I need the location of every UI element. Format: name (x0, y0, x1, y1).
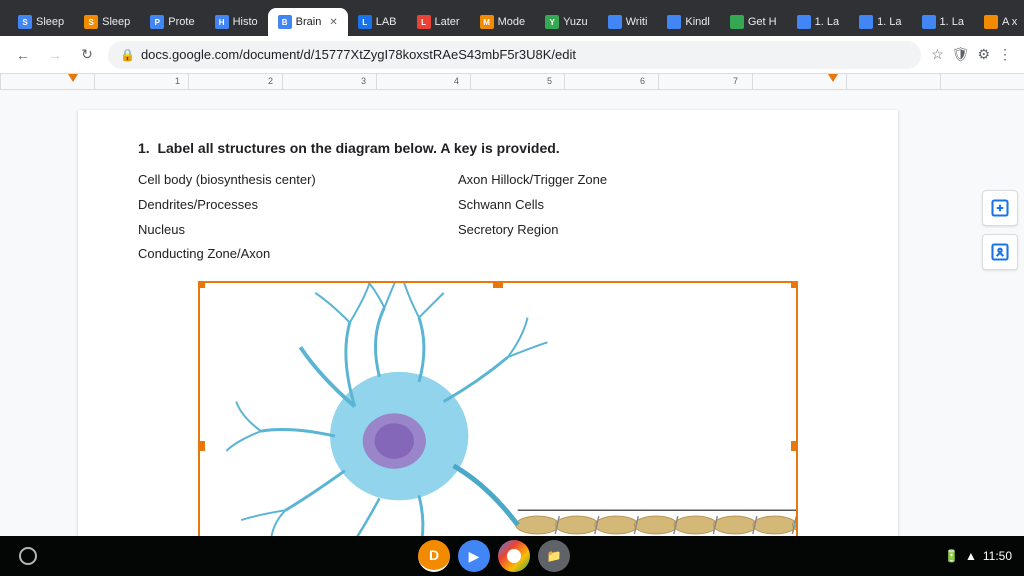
address-bar: ← → ↻ 🔒 docs.google.com/document/d/15777… (0, 36, 1024, 74)
ruler: 1 2 3 4 5 6 7 (0, 74, 1024, 90)
tab-label: Sleep (36, 16, 64, 28)
url-bar[interactable]: 🔒 docs.google.com/document/d/15777XtZygI… (108, 41, 921, 69)
tab-writi[interactable]: Writi (598, 8, 658, 36)
menu-icon[interactable]: ⋮ (998, 46, 1012, 63)
toolbar-icons: ☆ 🛡 ⚙ ⋮ (931, 46, 1012, 63)
handle-top-left[interactable] (198, 281, 205, 288)
taskbar-files-icon[interactable]: 📁 (538, 540, 570, 572)
tab-close-icon[interactable]: ✕ (329, 17, 337, 28)
tab-1la-1[interactable]: 1. La (787, 8, 849, 36)
key-item-7: Conducting Zone/Axon (138, 244, 458, 265)
security-icon[interactable]: 🛡 (952, 46, 970, 63)
edit-image-button[interactable] (982, 234, 1018, 270)
back-button[interactable]: ← (12, 44, 34, 66)
system-tray: 🔋 ▲ 11:50 (944, 549, 1012, 563)
tab-sleep2[interactable]: S Sleep (74, 8, 140, 36)
key-item-8 (458, 244, 838, 265)
content-area: 1 2 3 4 5 6 7 1. Label all structur (0, 74, 1024, 536)
handle-top-right[interactable] (791, 281, 798, 288)
question-number: 1. Label all structures on the diagram b… (138, 140, 838, 156)
tab-ax[interactable]: A x (974, 8, 1024, 36)
tab-sleep1[interactable]: S Sleep (8, 8, 74, 36)
image-wrapper[interactable]: (b) © 2011 Pearson Education, Inc. (198, 281, 798, 536)
browser-window: S Sleep S Sleep P Prote H Histo B B (0, 0, 1024, 576)
tab-1la-3[interactable]: 1. La (912, 8, 974, 36)
refresh-button[interactable]: ↻ (76, 44, 98, 66)
taskbar-play-icon[interactable]: ▶ (458, 540, 490, 572)
key-item-1: Cell body (biosynthesis center) (138, 170, 458, 191)
handle-mid-left[interactable] (198, 441, 205, 451)
tab-kindl[interactable]: Kindl (657, 8, 719, 36)
right-sidebar (976, 90, 1024, 536)
lock-icon: 🔒 (120, 48, 135, 62)
tab-histo[interactable]: H Histo (205, 8, 268, 36)
question-text: Label all structures on the diagram belo… (157, 140, 559, 156)
wifi-icon: ▲ (965, 549, 977, 563)
key-item-6: Secretory Region (458, 220, 838, 241)
taskbar-left (12, 540, 44, 572)
forward-button[interactable]: → (44, 44, 66, 66)
tab-brain[interactable]: B Brain ✕ (268, 8, 348, 36)
tab-prote[interactable]: P Prote (140, 8, 204, 36)
taskbar-docs-icon[interactable]: D (418, 540, 450, 572)
key-item-3: Dendrites/Processes (138, 195, 458, 216)
tab-geth[interactable]: Get H (720, 8, 787, 36)
handle-mid-right[interactable] (791, 441, 798, 451)
key-item-2: Axon Hillock/Trigger Zone (458, 170, 838, 191)
clock: 11:50 (983, 549, 1012, 563)
tab-yuzu[interactable]: Y Yuzu (535, 8, 597, 36)
document-container[interactable]: 1. Label all structures on the diagram b… (0, 90, 976, 536)
tab-1la-2[interactable]: 1. La (849, 8, 911, 36)
tab-bar: S Sleep S Sleep P Prote H Histo B B (0, 0, 1024, 36)
key-grid: Cell body (biosynthesis center) Axon Hil… (138, 170, 838, 265)
key-item-4: Schwann Cells (458, 195, 838, 216)
document-page: 1. Label all structures on the diagram b… (78, 110, 898, 536)
url-text: docs.google.com/document/d/15777XtZygI78… (141, 47, 576, 62)
taskbar: D ▶ 📁 🔋 ▲ 11:50 (0, 536, 1024, 576)
extensions-icon[interactable]: ⚙ (977, 46, 990, 63)
add-image-button[interactable] (982, 190, 1018, 226)
tab-mode[interactable]: M Mode (470, 8, 536, 36)
bookmark-icon[interactable]: ☆ (931, 46, 944, 63)
taskbar-center: D ▶ 📁 (44, 540, 944, 572)
launcher-button[interactable] (12, 540, 44, 572)
tab-lab[interactable]: L LAB (348, 8, 407, 36)
key-item-5: Nucleus (138, 220, 458, 241)
neuron-svg: (b) © 2011 Pearson Education, Inc. (200, 283, 796, 536)
battery-icon: 🔋 (944, 549, 959, 563)
handle-top-mid[interactable] (493, 281, 503, 288)
neuron-image[interactable]: (b) © 2011 Pearson Education, Inc. (198, 281, 798, 536)
tab-later[interactable]: L Later (407, 8, 470, 36)
taskbar-chrome-icon[interactable] (498, 540, 530, 572)
